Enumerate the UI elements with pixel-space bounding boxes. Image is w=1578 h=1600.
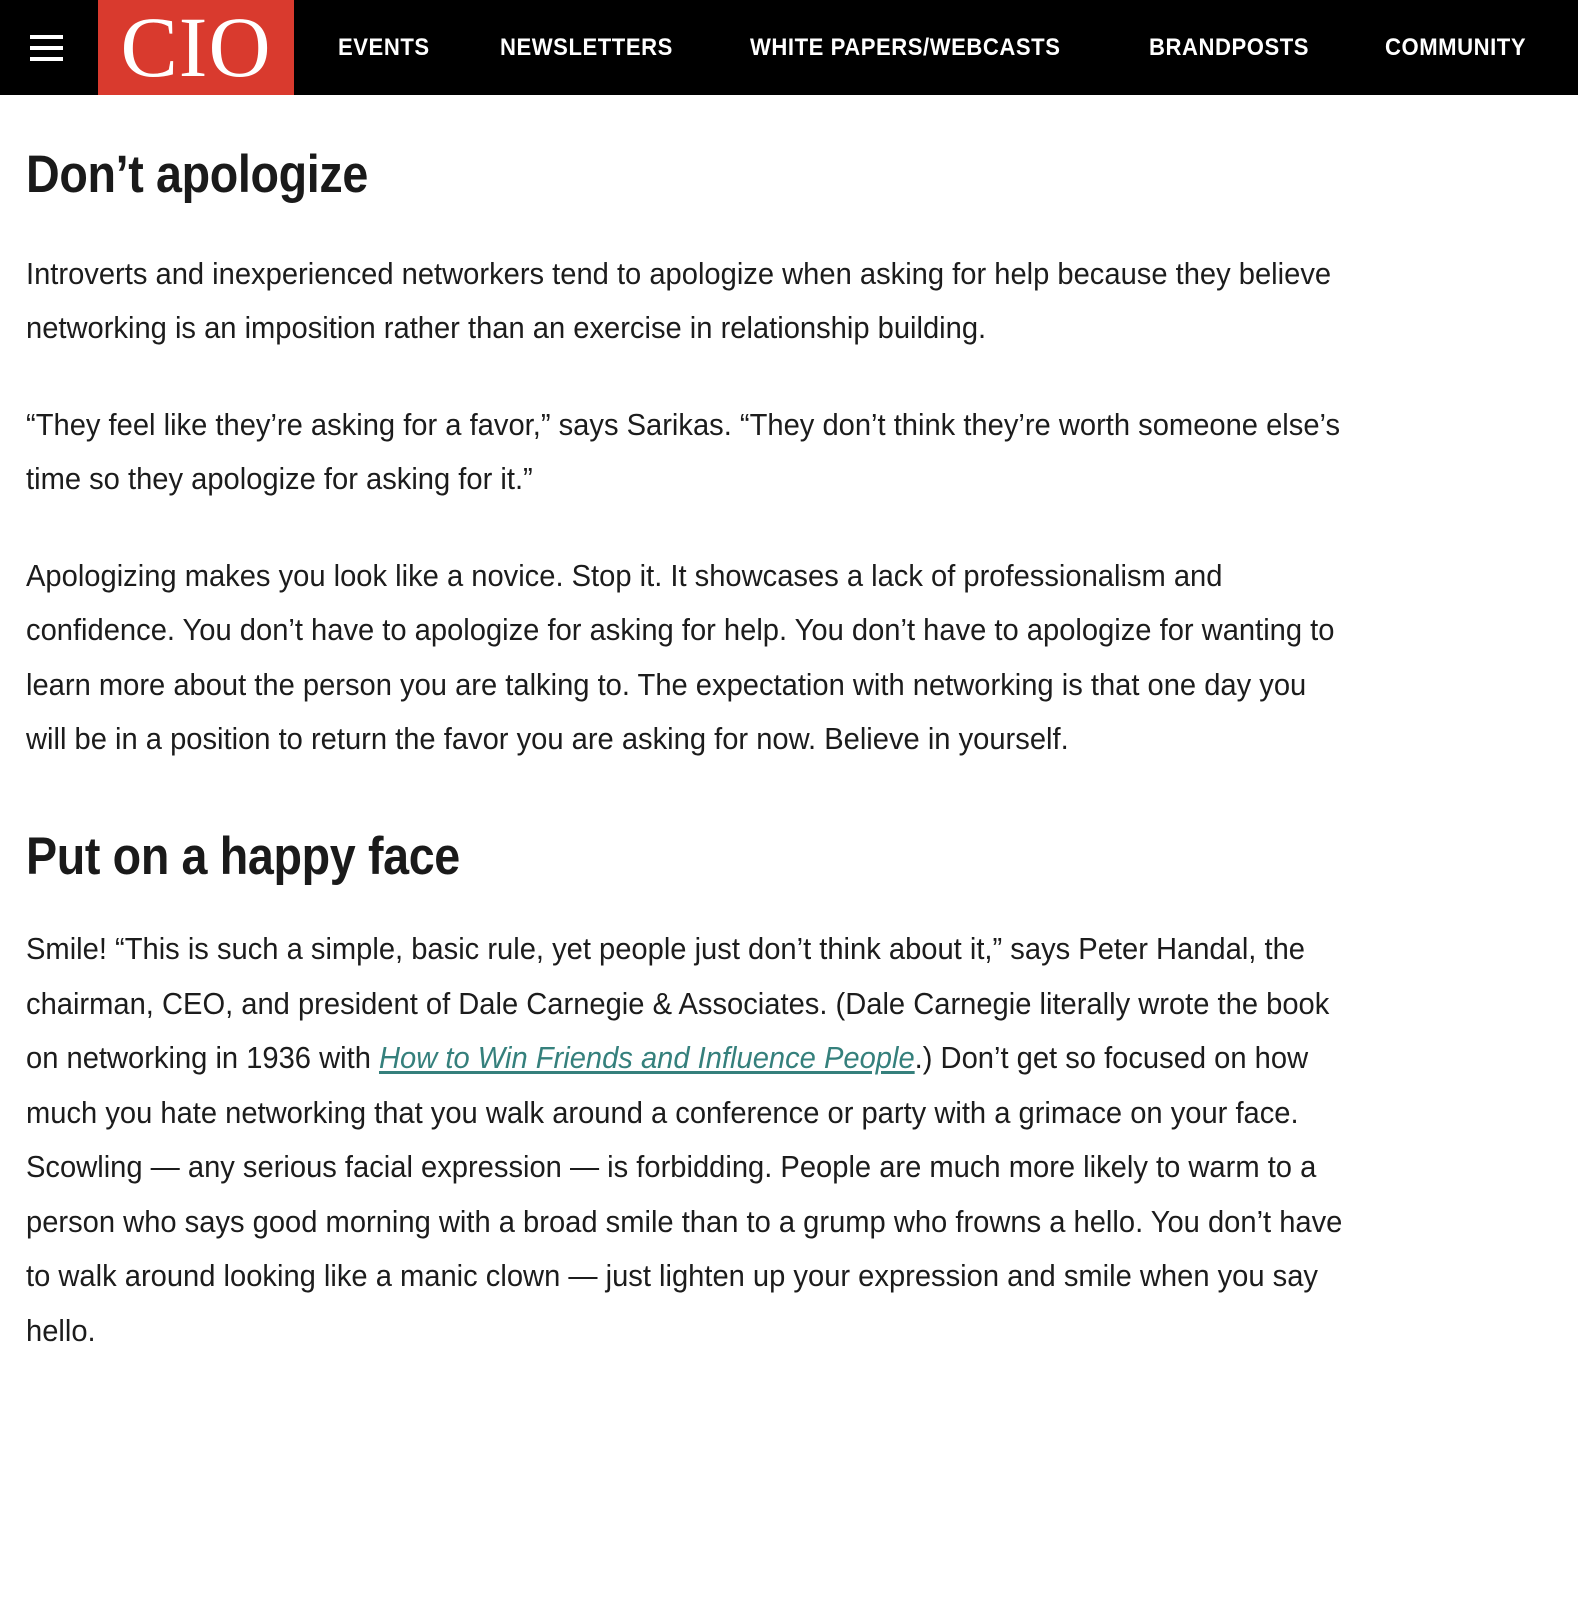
hamburger-menu-icon[interactable]	[18, 0, 74, 95]
hamburger-bar-bottom	[29, 56, 63, 61]
paragraph-sarikas-quote: “They feel like they’re asking for a fav…	[26, 407, 1341, 497]
section-heading-put-on-a-happy-face: Put on a happy face	[26, 826, 460, 886]
section-heading-dont-apologize: Don’t apologize	[26, 145, 368, 204]
site-header: CIO EVENTS NEWSLETTERS WHITE PAPERS/WEBC…	[0, 0, 1578, 95]
article-content-column: Don’t apologize Introverts and inexperie…	[26, 95, 1342, 1358]
nav-item-events[interactable]: EVENTS	[338, 34, 430, 62]
link-how-to-win-friends-and-influence-people[interactable]: How to Win Friends and Influence People	[379, 1041, 915, 1075]
article-body: Don’t apologize Introverts and inexperie…	[0, 95, 1578, 1358]
nav-item-newsletters[interactable]: NEWSLETTERS	[500, 34, 673, 62]
cio-logo-text: CIO	[120, 0, 272, 95]
hamburger-bar-top	[29, 34, 63, 39]
paragraph-introverts: Introverts and inexperienced networkers …	[26, 256, 1332, 346]
nav-item-community[interactable]: COMMUNITY	[1385, 34, 1526, 62]
cio-logo[interactable]: CIO	[98, 0, 294, 95]
hamburger-bar-middle	[29, 45, 63, 50]
primary-navigation: EVENTS NEWSLETTERS WHITE PAPERS/WEBCASTS…	[338, 0, 1578, 95]
paragraph-smile: Smile! “This is such a simple, basic rul…	[26, 922, 1353, 1358]
nav-item-brandposts[interactable]: BRANDPOSTS	[1149, 34, 1309, 62]
nav-item-white-papers-webcasts[interactable]: WHITE PAPERS/WEBCASTS	[750, 34, 1061, 62]
paragraph-smile-text-after-link: .) Don’t get so focused on how much you …	[26, 1041, 1343, 1348]
paragraph-apologizing-novice: Apologizing makes you look like a novice…	[26, 558, 1335, 757]
